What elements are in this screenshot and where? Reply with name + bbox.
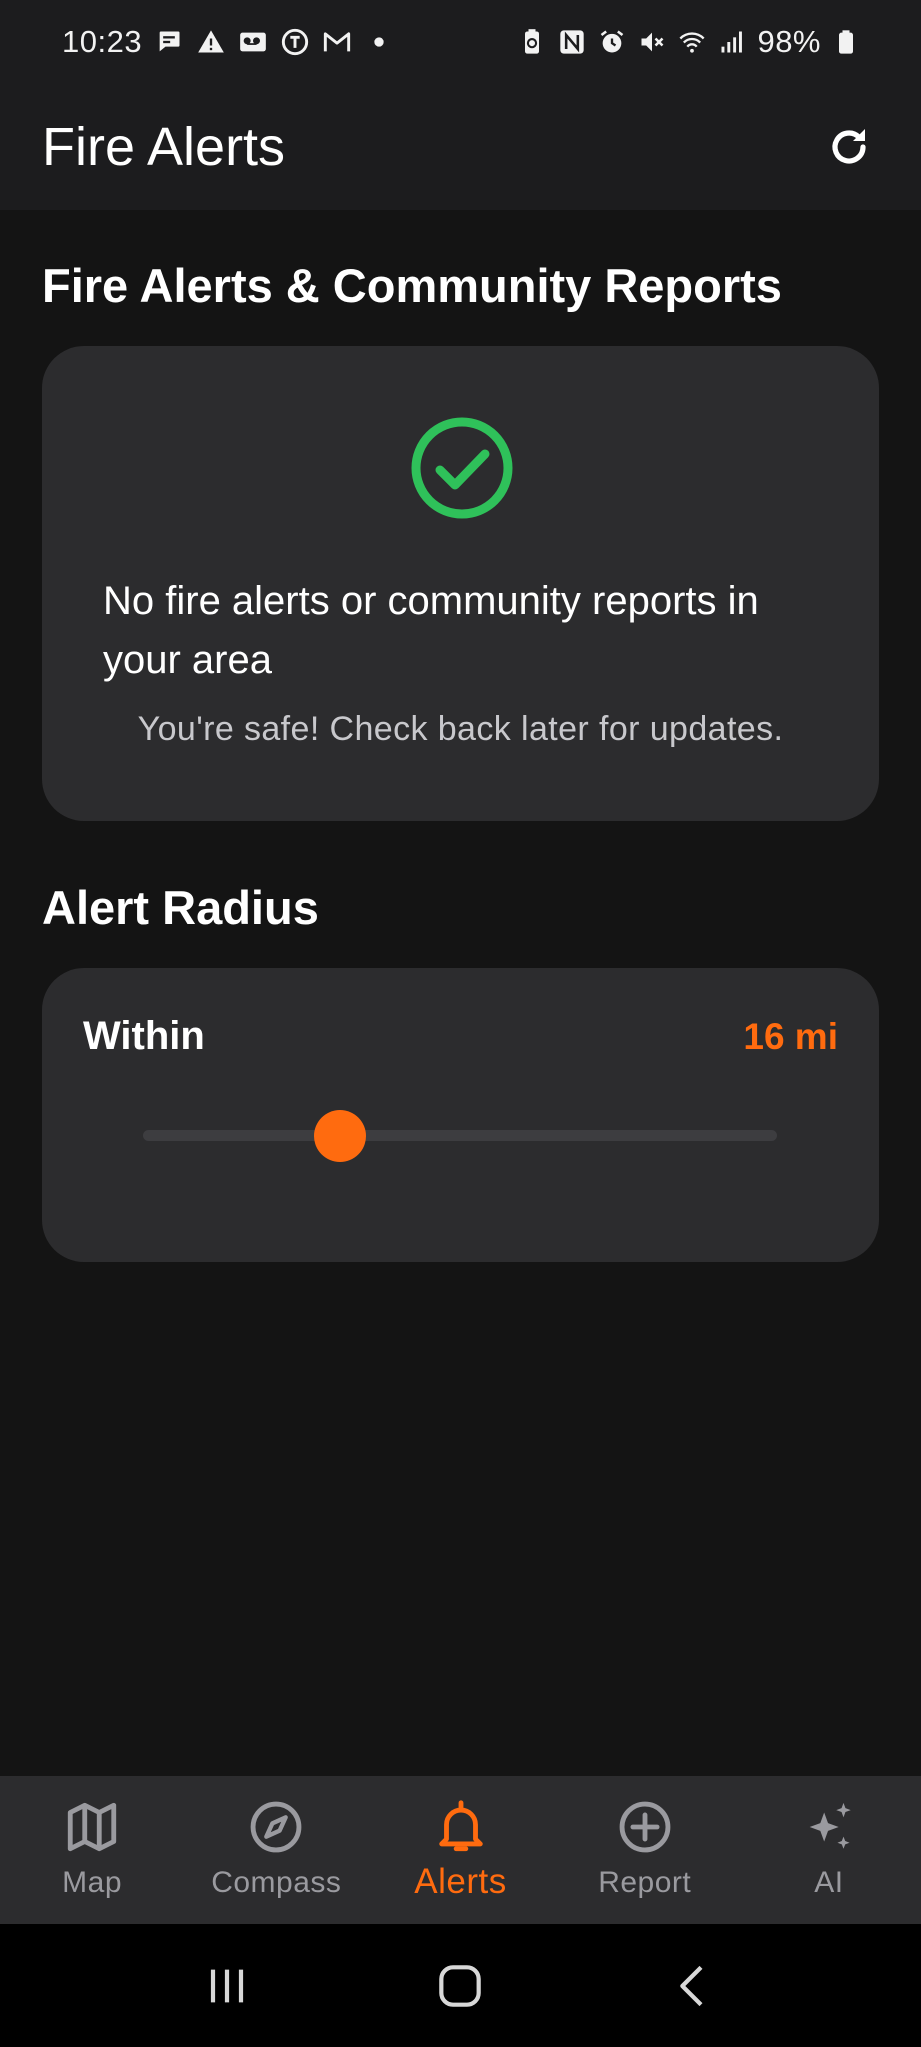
map-icon xyxy=(63,1798,121,1856)
nfc-icon xyxy=(557,27,587,57)
chat-icon xyxy=(154,27,184,57)
nav-item-map[interactable]: Map xyxy=(0,1776,184,1924)
battery-icon xyxy=(831,27,861,57)
nyt-icon xyxy=(280,27,310,57)
check-circle-icon xyxy=(411,417,513,519)
back-button[interactable] xyxy=(654,1946,734,2026)
battery-percent: 98% xyxy=(757,24,821,59)
back-icon xyxy=(680,1965,703,2006)
mute-icon xyxy=(637,27,667,57)
home-icon xyxy=(439,1964,482,2007)
radius-section-title: Alert Radius xyxy=(42,881,319,934)
nav-item-compass[interactable]: Compass xyxy=(184,1776,368,1924)
bottom-nav: Map Compass Alerts Report AI xyxy=(0,1776,921,1924)
recent-apps-icon xyxy=(210,1969,243,2002)
status-right: 98% xyxy=(517,24,861,60)
nav-label-compass: Compass xyxy=(211,1866,342,1899)
nav-label-ai: AI xyxy=(814,1866,844,1899)
app-bar: Fire Alerts xyxy=(0,84,921,210)
nav-item-alerts[interactable]: Alerts xyxy=(368,1776,552,1924)
alerts-empty-card: No fire alerts or community reports in y… xyxy=(42,346,879,821)
battery-saver-icon xyxy=(517,27,547,57)
within-label: Within xyxy=(83,1014,205,1058)
status-time: 10:23 xyxy=(62,24,143,59)
nav-label-report: Report xyxy=(598,1866,692,1899)
warning-icon xyxy=(196,27,226,57)
dot-icon xyxy=(364,27,394,57)
alerts-section-title: Fire Alerts & Community Reports xyxy=(42,259,782,312)
refresh-icon xyxy=(832,129,866,164)
alarm-icon xyxy=(597,27,627,57)
empty-state-subtitle: You're safe! Check back later for update… xyxy=(137,710,784,748)
add-circle-icon xyxy=(616,1798,674,1856)
radius-value: 16 mi xyxy=(743,1016,838,1057)
status-left: 10:23 xyxy=(62,24,394,60)
signal-icon xyxy=(717,27,747,57)
screen: 10:23 98% Fire Alerts Fire Alerts & Comm… xyxy=(0,0,921,2047)
nav-label-alerts: Alerts xyxy=(414,1862,507,1901)
sparkle-icon xyxy=(800,1798,858,1856)
nav-item-ai[interactable]: AI xyxy=(737,1776,921,1924)
nav-item-report[interactable]: Report xyxy=(553,1776,737,1924)
voicemail-icon xyxy=(238,27,268,57)
gmail-icon xyxy=(322,27,352,57)
slider-track[interactable] xyxy=(143,1130,777,1141)
bell-icon xyxy=(432,1798,490,1856)
slider-thumb[interactable] xyxy=(313,1110,366,1162)
page-title: Fire Alerts xyxy=(42,117,286,177)
recent-apps-button[interactable] xyxy=(187,1946,267,2026)
status-bar: 10:23 98% xyxy=(0,0,921,84)
compass-icon xyxy=(247,1798,305,1856)
wifi-icon xyxy=(677,27,707,57)
nav-label-map: Map xyxy=(62,1866,123,1899)
alert-radius-card: Within 16 mi xyxy=(42,968,879,1262)
empty-state-title: No fire alerts or community reports in y… xyxy=(103,579,759,682)
radius-slider[interactable] xyxy=(143,1110,777,1162)
refresh-button[interactable] xyxy=(819,117,879,177)
system-nav-bar xyxy=(0,1924,921,2047)
home-button[interactable] xyxy=(420,1946,500,2026)
